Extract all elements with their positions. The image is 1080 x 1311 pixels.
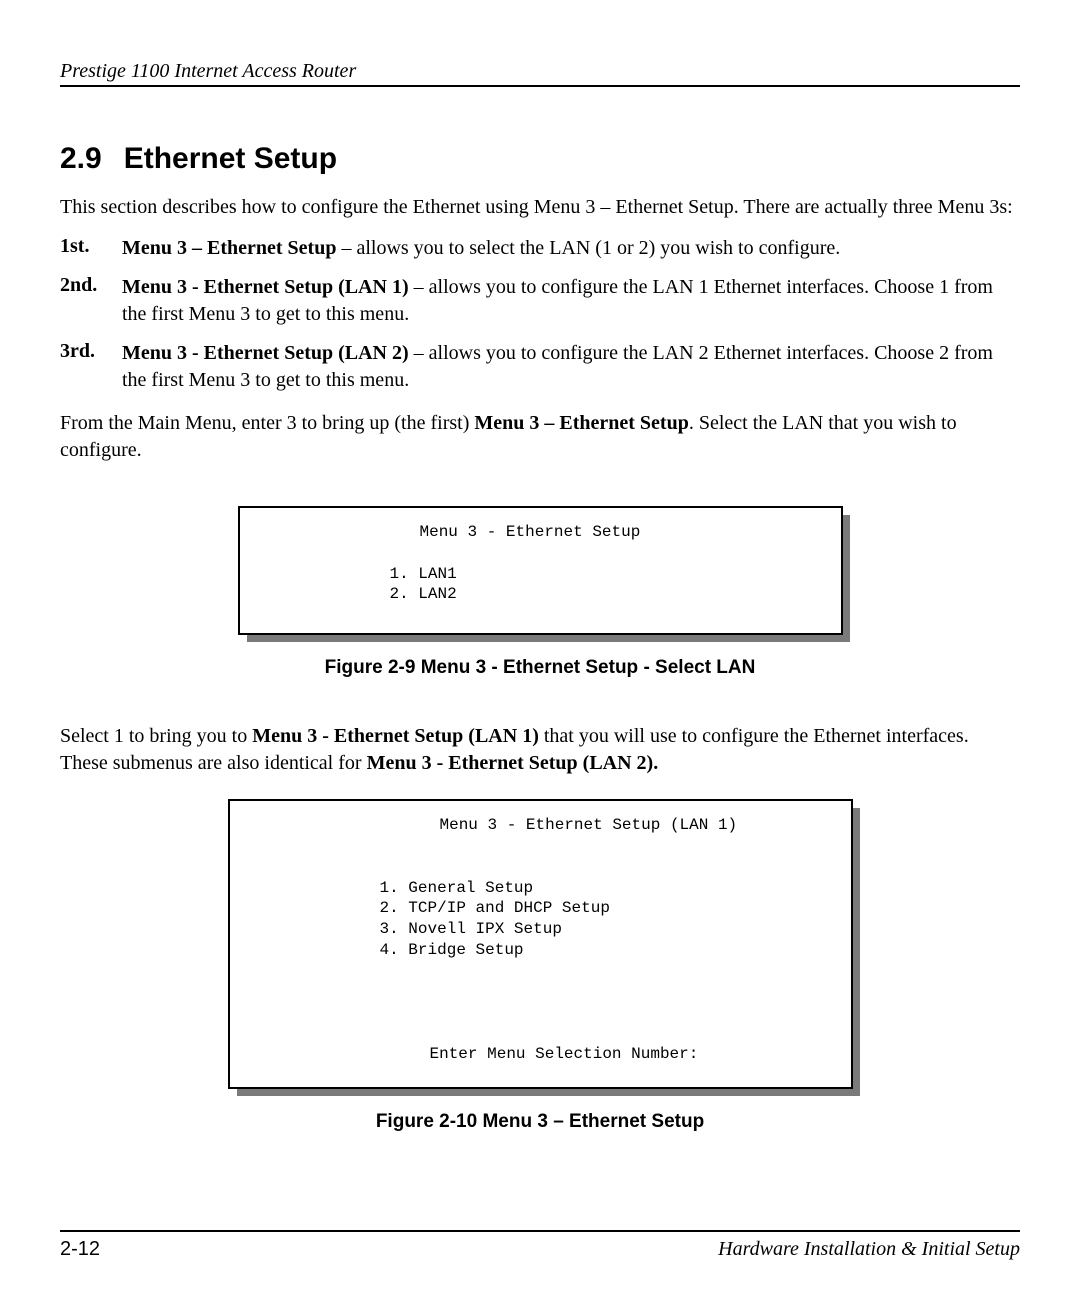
after-list-paragraph: From the Main Menu, enter 3 to bring up … (60, 410, 1020, 464)
list-item-bold: Menu 3 - Ethernet Setup (LAN 2) (122, 342, 409, 364)
list-item-bold: Menu 3 – Ethernet Setup (122, 237, 336, 259)
section-title: Ethernet Setup (124, 142, 337, 175)
list-body: Menu 3 - Ethernet Setup (LAN 2) – allows… (122, 340, 1020, 394)
menu-line: 1. General Setup (380, 878, 833, 899)
menu-title: Menu 3 - Ethernet Setup (LAN 1) (380, 815, 833, 836)
page-number: 2-12 (60, 1238, 100, 1261)
figure-caption-2: Figure 2-10 Menu 3 – Ethernet Setup (60, 1111, 1020, 1133)
text-pre: Select 1 to bring you to (60, 725, 252, 747)
mid-paragraph: Select 1 to bring you to Menu 3 - Ethern… (60, 723, 1020, 777)
list-item: 2nd. Menu 3 - Ethernet Setup (LAN 1) – a… (60, 274, 1020, 328)
ordered-list: 1st. Menu 3 – Ethernet Setup – allows yo… (60, 235, 1020, 394)
menu-box-1: Menu 3 - Ethernet Setup 1. LAN12. LAN2 (238, 506, 843, 635)
list-item: 3rd. Menu 3 - Ethernet Setup (LAN 2) – a… (60, 340, 1020, 394)
list-body: Menu 3 - Ethernet Setup (LAN 1) – allows… (122, 274, 1020, 328)
text-bold: Menu 3 - Ethernet Setup (LAN 1) (252, 725, 539, 747)
intro-paragraph: This section describes how to configure … (60, 194, 1020, 221)
footer-section-title: Hardware Installation & Initial Setup (718, 1238, 1020, 1261)
figure-2: Menu 3 - Ethernet Setup (LAN 1) 1. Gener… (60, 799, 1020, 1133)
figure-caption-1: Figure 2-9 Menu 3 - Ethernet Setup - Sel… (60, 657, 1020, 679)
menu-line: 2. LAN2 (390, 584, 823, 605)
text-bold: Menu 3 - Ethernet Setup (LAN 2). (367, 752, 659, 774)
list-body: Menu 3 – Ethernet Setup – allows you to … (122, 235, 1020, 262)
list-item-rest: – allows you to select the LAN (1 or 2) … (336, 237, 840, 259)
menu-line: 4. Bridge Setup (380, 940, 833, 961)
menu-line: 1. LAN1 (390, 564, 823, 585)
text-pre: From the Main Menu, enter 3 to bring up … (60, 412, 474, 434)
list-item-bold: Menu 3 - Ethernet Setup (LAN 1) (122, 276, 409, 298)
menu-line: 2. TCP/IP and DHCP Setup (380, 898, 833, 919)
menu-line: 3. Novell IPX Setup (380, 919, 833, 940)
section-heading: 2.9 Ethernet Setup (60, 142, 1020, 176)
menu-title: Menu 3 - Ethernet Setup (390, 522, 823, 543)
menu-prompt: Enter Menu Selection Number: (380, 1044, 833, 1065)
page-header-title: Prestige 1100 Internet Access Router (60, 60, 1020, 87)
list-ordinal: 1st. (60, 235, 122, 262)
terminal-box: Menu 3 - Ethernet Setup (LAN 1) 1. Gener… (228, 799, 853, 1089)
figure-1: Menu 3 - Ethernet Setup 1. LAN12. LAN2 F… (60, 506, 1020, 679)
section-number: 2.9 (60, 142, 102, 176)
menu-box-2: Menu 3 - Ethernet Setup (LAN 1) 1. Gener… (228, 799, 853, 1089)
list-ordinal: 2nd. (60, 274, 122, 328)
terminal-box: Menu 3 - Ethernet Setup 1. LAN12. LAN2 (238, 506, 843, 635)
page-footer: 2-12 Hardware Installation & Initial Set… (60, 1230, 1020, 1261)
list-item: 1st. Menu 3 – Ethernet Setup – allows yo… (60, 235, 1020, 262)
list-ordinal: 3rd. (60, 340, 122, 394)
text-bold: Menu 3 – Ethernet Setup (474, 412, 688, 434)
